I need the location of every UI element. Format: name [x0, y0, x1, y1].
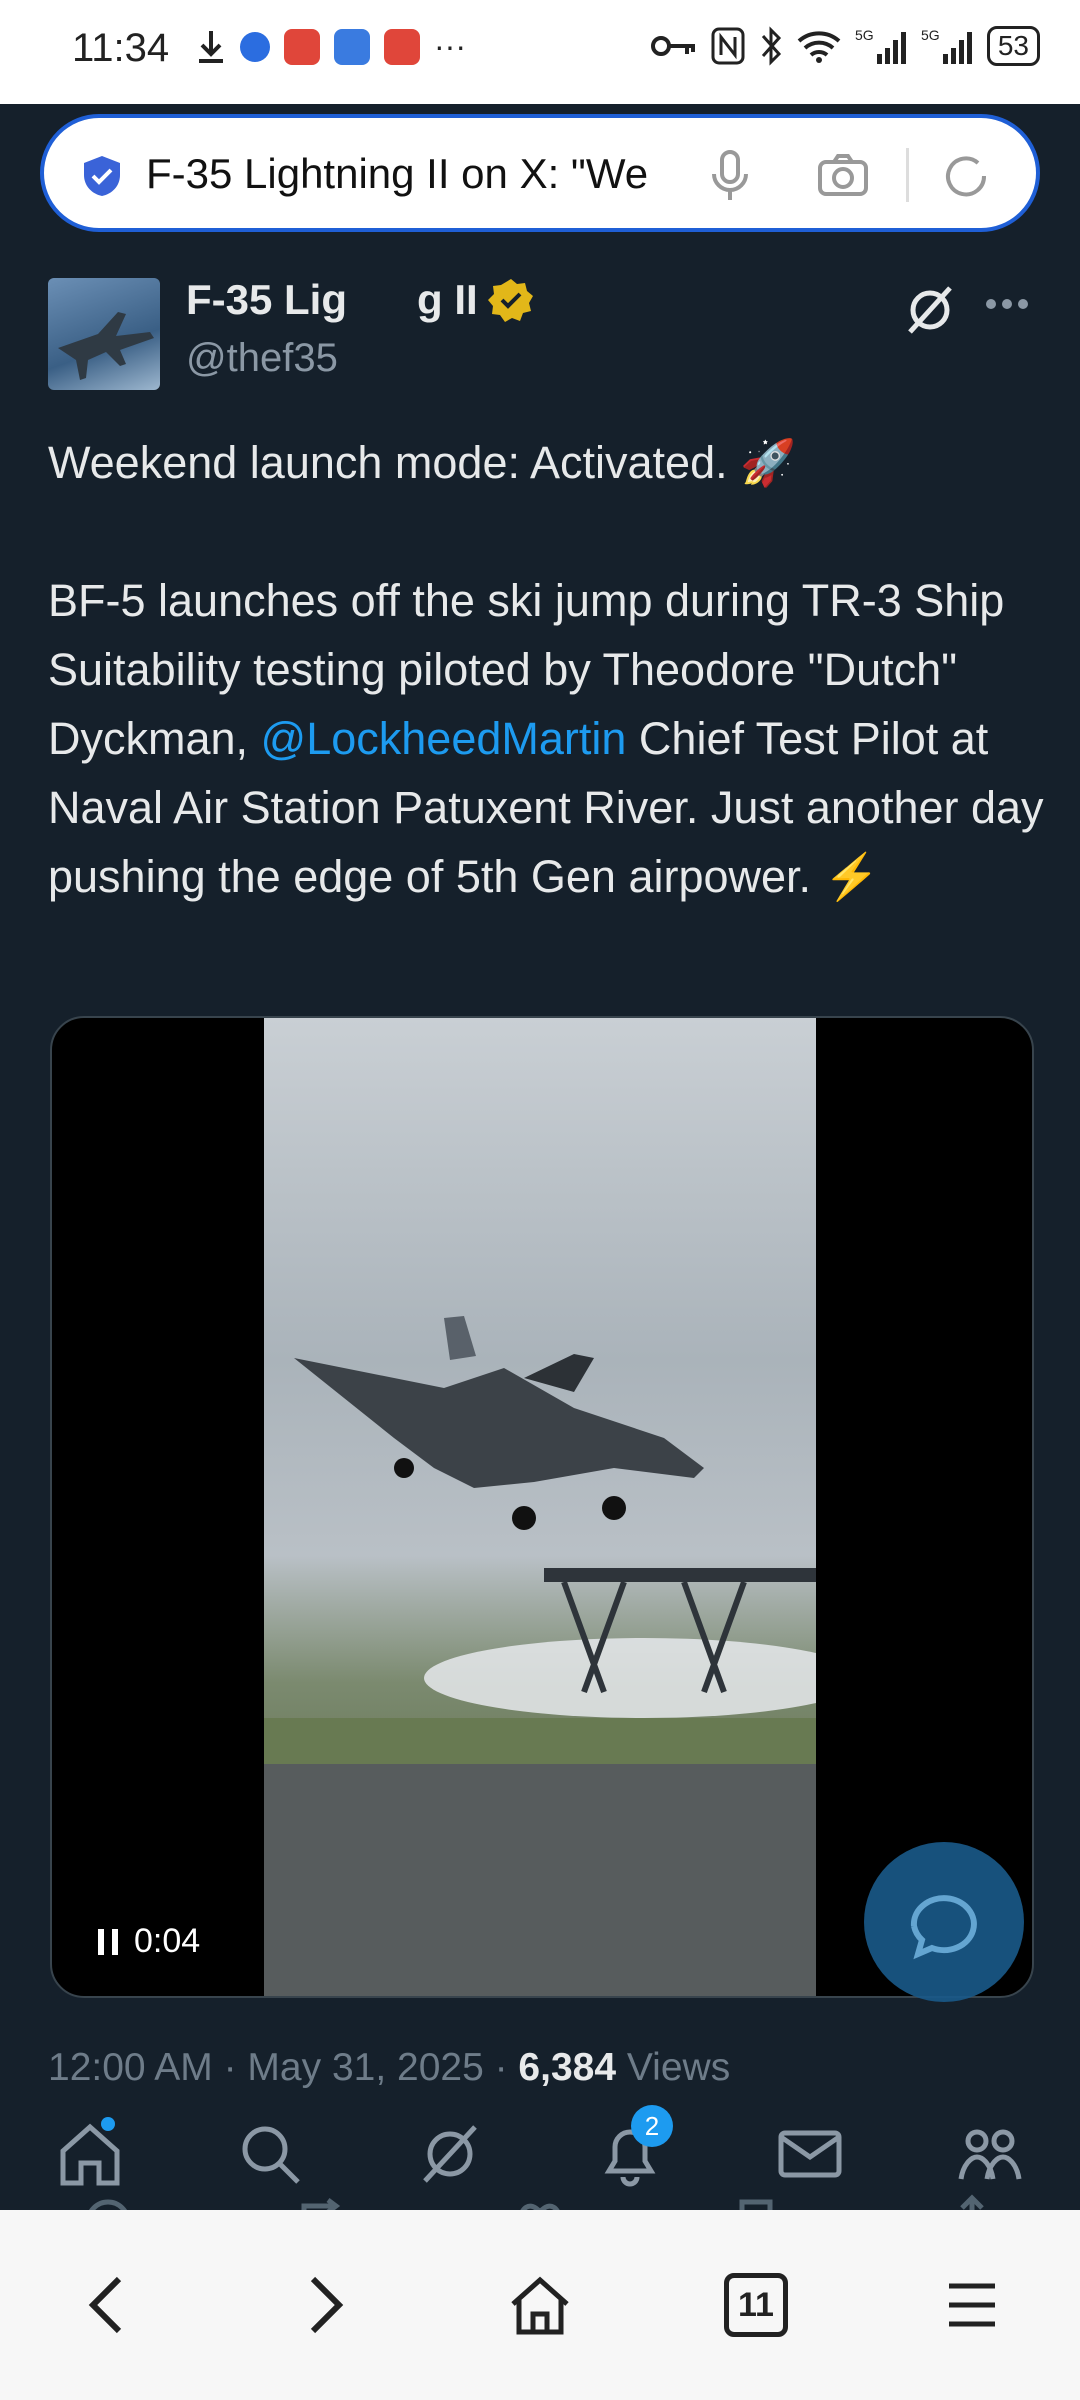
- hamburger-menu-icon: [949, 2283, 995, 2327]
- home-icon: [60, 2123, 120, 2186]
- forward-button[interactable]: [274, 2255, 374, 2355]
- url-text[interactable]: F-35 Lightning II on X: "We: [146, 150, 716, 198]
- microphone-icon[interactable]: [710, 148, 750, 204]
- tweet-actions-partial: [0, 2192, 1080, 2210]
- notifications-badge: 2: [631, 2105, 673, 2147]
- shield-check-icon: [84, 156, 120, 196]
- download-icon: [199, 30, 223, 63]
- tweet-line-1: Weekend launch mode: Activated. 🚀: [48, 437, 797, 488]
- mail-icon: [778, 2130, 842, 2178]
- chat-bubble-icon: [910, 1895, 977, 1960]
- timestamp: 12:00 AM · May 31, 2025 ·: [48, 2046, 519, 2089]
- back-button[interactable]: [58, 2255, 158, 2355]
- pause-icon[interactable]: [96, 1927, 120, 1957]
- tab-search[interactable]: [225, 2109, 315, 2199]
- reload-icon[interactable]: [940, 150, 992, 202]
- home-icon: [511, 2276, 569, 2335]
- like-icon[interactable]: [510, 2192, 570, 2210]
- status-bar: 11:34 ··· 5G 5G 53: [0, 0, 1080, 104]
- tabs-count: 11: [724, 2273, 788, 2337]
- signal-5g-icon-1: 5G: [855, 27, 906, 64]
- tab-communities[interactable]: [945, 2109, 1035, 2199]
- jet-launch-image: [264, 1316, 816, 1996]
- avatar[interactable]: [48, 278, 160, 390]
- tweet-text: Weekend launch mode: Activated. 🚀 BF-5 l…: [48, 428, 1048, 911]
- user-handle[interactable]: @thef35: [186, 336, 338, 381]
- home-button[interactable]: [490, 2255, 590, 2355]
- compose-message-button[interactable]: [864, 1842, 1024, 2002]
- grok-icon: [423, 2125, 477, 2183]
- mention-link[interactable]: @LockheedMartin: [261, 713, 627, 764]
- reply-icon[interactable]: [78, 2192, 138, 2210]
- tabs-button[interactable]: 11: [706, 2255, 806, 2355]
- tab-home[interactable]: [45, 2109, 135, 2199]
- more-notifications-icon: ···: [434, 28, 466, 64]
- menu-button[interactable]: [922, 2255, 1022, 2355]
- chevron-right-icon: [310, 2276, 344, 2334]
- svg-text:5G: 5G: [855, 27, 874, 43]
- new-content-dot: [101, 2117, 115, 2131]
- system-icons: 5G 5G 53: [650, 26, 1040, 66]
- key-icon: [650, 36, 695, 56]
- svg-text:5G: 5G: [921, 27, 940, 43]
- jet-avatar-icon: [58, 312, 154, 380]
- app-icon-red-2: [384, 28, 420, 65]
- more-options-icon[interactable]: [985, 298, 1029, 310]
- tab-messages[interactable]: [765, 2109, 855, 2199]
- video-controls[interactable]: 0:04: [96, 1922, 200, 1961]
- video-frame[interactable]: [264, 1018, 816, 1996]
- repost-icon[interactable]: [294, 2192, 354, 2210]
- grok-icon[interactable]: [900, 280, 960, 340]
- tab-notifications[interactable]: 2: [585, 2105, 675, 2199]
- tweet-metadata: 12:00 AM · May 31, 2025 · 6,384 Views: [48, 2046, 730, 2090]
- display-name-text[interactable]: F-35 Lig g II: [186, 276, 478, 324]
- battery-indicator: 53: [986, 26, 1040, 66]
- communities-icon: [958, 2129, 1022, 2180]
- video-time: 0:04: [134, 1922, 201, 1960]
- tweet-view: F-35 Lig g II @thef35 Weekend launch mod…: [0, 240, 1080, 2210]
- signal-5g-icon-2: 5G: [921, 27, 972, 64]
- chevron-left-icon: [88, 2276, 122, 2334]
- notification-icons: ···: [196, 28, 466, 65]
- camera-icon[interactable]: [816, 148, 870, 202]
- wifi-icon: [797, 31, 841, 63]
- display-name[interactable]: F-35 Lig g II: [186, 276, 534, 324]
- nfc-icon: [711, 27, 745, 65]
- app-icon-blue-2: [334, 28, 370, 65]
- status-time: 11:34: [72, 26, 170, 70]
- tab-grok[interactable]: [405, 2109, 495, 2199]
- verified-badge-icon: [487, 279, 533, 322]
- tweet-paragraph-2: BF-5 launches off the ski jump during TR…: [48, 566, 1048, 911]
- app-icon-blue: [240, 31, 270, 62]
- divider: [906, 148, 909, 202]
- bookmark-icon[interactable]: [726, 2192, 786, 2210]
- app-icon-red-1: [284, 28, 320, 65]
- address-bar[interactable]: F-35 Lightning II on X: "We: [40, 114, 1040, 232]
- views-count: 6,384: [518, 2046, 617, 2089]
- bluetooth-icon: [761, 26, 781, 66]
- share-icon[interactable]: [942, 2192, 1002, 2210]
- search-icon: [242, 2126, 300, 2184]
- browser-nav-bar: 11: [0, 2210, 1080, 2400]
- views-label: Views: [616, 2046, 731, 2089]
